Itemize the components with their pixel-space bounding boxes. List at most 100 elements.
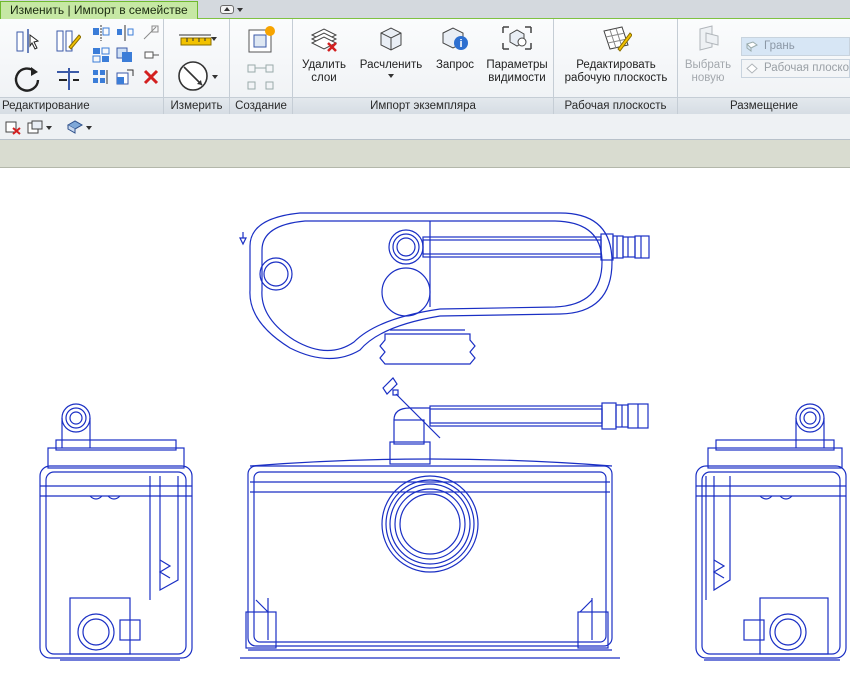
- array-button[interactable]: [90, 66, 112, 88]
- panel-measure: Измерить: [164, 19, 230, 114]
- chevron-down-icon: [237, 7, 243, 12]
- pin-button[interactable]: [140, 44, 162, 66]
- ribbon: Редактирование Измерить Создание Удалить…: [0, 19, 850, 114]
- plan-view: [239, 212, 650, 365]
- panel-modify: Редактирование: [0, 19, 164, 114]
- override-graphics-button[interactable]: [26, 117, 52, 137]
- front-elevation-view: [240, 402, 649, 659]
- panel-placement: Выбрать новую Грань Рабочая плоскость Ра…: [678, 19, 850, 114]
- panel-title-create: Создание: [230, 97, 292, 114]
- edit-work-plane-label: Редактировать: [576, 59, 656, 71]
- aligned-dimension-icon: [179, 34, 212, 46]
- chevron-down-icon: [211, 37, 217, 41]
- ribbon-state-icon: [220, 5, 234, 14]
- pick-new-icon: [699, 25, 719, 51]
- offset-icon: [56, 30, 81, 52]
- rotate-icon: [14, 67, 40, 92]
- create-group-icon: [247, 64, 274, 90]
- pick-new-label: Выбрать: [684, 59, 732, 71]
- imported-cad-drawing: [39, 212, 847, 661]
- delete-layers-icon: [310, 28, 338, 52]
- mirror-pick-axis-button[interactable]: [90, 22, 112, 44]
- panel-import-instance: Удалить слои Расчленить i Запрос Парамет…: [293, 19, 554, 114]
- ribbon-minimize-toggle[interactable]: [220, 3, 246, 16]
- panel-title-measure: Измерить: [164, 97, 229, 114]
- aligned-dimension-button[interactable]: [172, 25, 222, 51]
- mirror-draw-icon: [117, 25, 134, 41]
- explode-label: Расчленить: [359, 59, 423, 71]
- move-icon: [92, 47, 110, 63]
- query-button[interactable]: i Запрос: [433, 21, 477, 72]
- chevron-down-icon: [86, 125, 92, 130]
- trim-extend-button[interactable]: [52, 63, 84, 93]
- panel-title-import-instance: Импорт экземпляра: [293, 97, 553, 114]
- create-similar-icon: [248, 26, 275, 53]
- mirror-axis-icon: [93, 25, 110, 41]
- delete-icon: [143, 69, 159, 85]
- left-side-elevation-view: [39, 403, 193, 661]
- scale-button[interactable]: [114, 66, 136, 88]
- delete-button[interactable]: [140, 66, 162, 88]
- work-plane-placement-label: Рабочая плоскость: [764, 62, 849, 74]
- measure-button[interactable]: [172, 59, 222, 93]
- align-button[interactable]: [12, 27, 42, 55]
- override-graphics-icon: [27, 120, 43, 133]
- scale-icon: [116, 69, 134, 85]
- array-icon: [93, 70, 108, 84]
- select-filter-icon: [66, 119, 84, 134]
- explode-icon: [380, 27, 402, 51]
- edit-work-plane-button[interactable]: Редактировать рабочую плоскость: [556, 21, 676, 85]
- panel-title-modify: Редактирование: [0, 97, 163, 114]
- hide-in-view-icon: [5, 121, 21, 135]
- panel-work-plane: Редактировать рабочую плоскость Рабочая …: [554, 19, 678, 114]
- delete-layers-button[interactable]: Удалить слои: [299, 21, 349, 85]
- move-button[interactable]: [90, 44, 112, 66]
- options-bar: [0, 140, 850, 168]
- copy-button[interactable]: [114, 44, 136, 66]
- view-toolbar: [0, 114, 850, 140]
- panel-title-work-plane: Рабочая плоскость: [554, 97, 677, 114]
- panel-title-placement: Размещение: [678, 97, 850, 114]
- delete-layers-label: Удалить: [302, 59, 346, 71]
- face-placement-option[interactable]: Грань: [741, 37, 850, 56]
- chevron-down-icon: [46, 125, 52, 130]
- face-icon: [746, 41, 758, 52]
- svg-text:i: i: [459, 38, 462, 50]
- face-placement-label: Грань: [764, 40, 795, 52]
- pick-new-label-line2: новую: [691, 72, 725, 84]
- visibility-settings-label: Параметры: [486, 59, 548, 71]
- offset-button[interactable]: [52, 27, 82, 55]
- visibility-settings-icon: [502, 26, 532, 50]
- tab-modify-import-in-family[interactable]: Изменить | Импорт в семействе: [0, 1, 198, 20]
- explode-button[interactable]: Расчленить: [357, 21, 425, 78]
- delete-layers-label-line2: слои: [311, 72, 337, 84]
- pin-icon: [144, 51, 159, 59]
- pick-new-button[interactable]: Выбрать новую: [680, 21, 736, 85]
- split-button[interactable]: [140, 22, 162, 44]
- drawing-area[interactable]: [0, 168, 850, 679]
- visibility-settings-label-line2: видимости: [488, 72, 546, 84]
- work-plane-icon: [746, 63, 758, 74]
- edit-work-plane-icon: [603, 26, 632, 52]
- hide-in-view-button[interactable]: [4, 117, 22, 137]
- select-filter-button[interactable]: [66, 117, 92, 137]
- align-icon: [16, 29, 40, 53]
- panel-create: Создание: [230, 19, 293, 114]
- ribbon-tab-strip: Изменить | Импорт в семействе: [0, 0, 850, 20]
- mirror-draw-axis-button[interactable]: [114, 22, 136, 44]
- work-plane-placement-option[interactable]: Рабочая плоскость: [741, 59, 850, 78]
- visibility-settings-button[interactable]: Параметры видимости: [481, 21, 553, 85]
- rotate-button[interactable]: [10, 63, 44, 95]
- query-icon: i: [442, 27, 468, 50]
- split-icon: [143, 25, 159, 40]
- chevron-down-icon: [388, 74, 394, 78]
- create-group-button[interactable]: [244, 61, 278, 93]
- right-side-elevation-view: [695, 403, 847, 661]
- edit-work-plane-label-line2: рабочую плоскость: [564, 72, 668, 84]
- trim-extend-icon: [57, 68, 79, 90]
- copy-icon: [116, 47, 132, 62]
- chevron-down-icon: [212, 75, 218, 79]
- create-similar-button[interactable]: [244, 23, 278, 57]
- query-label: Запрос: [435, 59, 475, 71]
- measure-icon: [178, 61, 208, 91]
